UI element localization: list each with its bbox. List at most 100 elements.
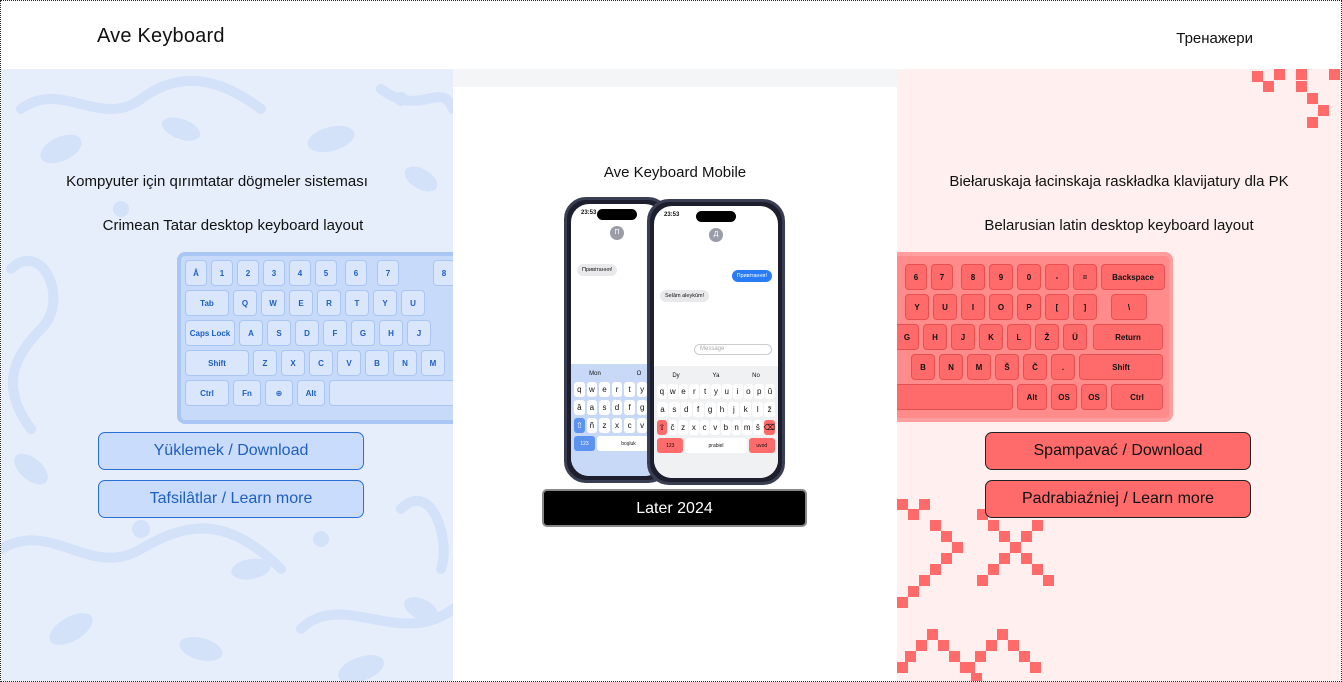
phone-key: a (657, 402, 668, 417)
keyboard-key-ctrl: Ctrl (1111, 384, 1163, 410)
phone-key: r (689, 384, 700, 399)
keyboard-key: F (323, 320, 347, 346)
keyboard-key: B (911, 354, 935, 380)
mobile-section: Ave Keyboard Mobile 23:53 П Привітання! … (453, 87, 897, 681)
phone-notch (597, 209, 637, 220)
keyboard-key: V (337, 350, 361, 376)
phone-key: ž (764, 402, 776, 417)
keyboard-key: P (1017, 294, 1041, 320)
phone-keyboard: Dy Ya No q w e r t y u i o p ŭ a s d f g… (654, 366, 778, 478)
phone-notch (696, 211, 736, 222)
keyboard-key-tab: Tab (185, 290, 229, 316)
space-key: prabiel (685, 438, 747, 453)
phone-time: 23:53 (581, 210, 597, 216)
keyboard-key: N (939, 354, 963, 380)
contact-avatar: П (610, 226, 624, 240)
phone-key: y (711, 384, 721, 399)
keyboard-key: J (951, 324, 975, 350)
message-input[interactable]: Message (694, 344, 772, 355)
keyboard-key-return: Return (1093, 324, 1163, 350)
keyboard-key: I (961, 294, 985, 320)
site-logo[interactable]: Ave Keyboard (97, 25, 225, 48)
keyboard-key: X (281, 350, 305, 376)
phone-key: â (574, 400, 585, 415)
crimean-tatar-section: Kompyuter için qırımtatar dögmeler siste… (1, 69, 453, 681)
keyboard-key: 8 (433, 260, 453, 286)
keyboard-key: 9 (989, 264, 1013, 290)
phone-key: z (678, 420, 689, 435)
phone-key: g (704, 402, 716, 417)
phone-key: u (721, 384, 732, 399)
numbers-key: 123 (574, 436, 595, 451)
keyboard-key-alt: Alt (297, 380, 325, 406)
keyboard-key: R (317, 290, 341, 316)
numbers-key: 123 (657, 438, 684, 453)
keyboard-key: A (239, 320, 263, 346)
keyboard-key-caps-lock: Caps Lock (185, 320, 235, 346)
keyboard-key-ctrl: Ctrl (185, 380, 229, 406)
crimean-tatar-download-button[interactable]: Yüklemek / Download (98, 432, 364, 470)
keyboard-key-space (329, 380, 453, 406)
later-2024-button[interactable]: Later 2024 (542, 489, 807, 527)
suggestion: Mon (589, 370, 601, 377)
keyboard-key-shift: Shift (185, 350, 249, 376)
phone-key: j (728, 402, 740, 417)
page-frame: Ave Keyboard Тренажери Kompyuter için qı… (0, 0, 1342, 682)
phone-key: a (586, 400, 598, 415)
phone-key: c (624, 418, 635, 433)
message-bubble-outgoing: Привітання! (731, 270, 772, 282)
keyboard-key: 1 (211, 260, 233, 286)
keyboard-key-os: OS (1051, 384, 1077, 410)
keyboard-key: Y (373, 290, 397, 316)
keyboard-key: Ž (1035, 324, 1059, 350)
top-navigation-bar: Ave Keyboard Тренажери (1, 1, 1341, 69)
phone-key: s (668, 402, 680, 417)
phone-key: e (678, 384, 689, 399)
keyboard-key: 5 (315, 260, 337, 286)
phone-key: z (599, 418, 610, 433)
phone-key: p (754, 384, 765, 399)
belarusian-section: Biełaruskaja łacinskaja raskładka klavij… (897, 69, 1341, 681)
keyboard-key: ] (1073, 294, 1097, 320)
phone-key: o (743, 384, 754, 399)
nav-link-trainers[interactable]: Тренажери (1176, 30, 1253, 47)
keyboard-row: a s d f g h j k l ž (657, 402, 776, 417)
keyboard-key: 7 (931, 264, 953, 290)
belarusian-learn-more-button[interactable]: Padrabiaźniej / Learn more (985, 480, 1251, 518)
shift-key: ⇧ (657, 420, 667, 435)
phone-key: f (692, 402, 704, 417)
keyboard-key-globe: ⊕ (265, 380, 293, 406)
phone-mockup-belarusian: 23:53 Д Привітання! Selâm aleykûm! Messa… (647, 199, 785, 485)
keyboard-key: U (933, 294, 957, 320)
message-bubble-incoming: Привітання! (577, 264, 618, 276)
phone-key: w (586, 382, 598, 397)
phone-key: č (667, 420, 678, 435)
belarusian-title: Biełaruskaja łacinskaja raskładka klavij… (949, 173, 1289, 190)
keyboard-key: Q (233, 290, 257, 316)
phone-key: e (599, 382, 610, 397)
phone-key: š (753, 420, 763, 435)
keyboard-key: M (967, 354, 991, 380)
keyboard-row: q w e r t y u i o p ŭ (657, 384, 775, 399)
backspace-key: ⌫ (763, 420, 776, 435)
keyboard-key: S (267, 320, 291, 346)
phone-key: x (611, 418, 623, 433)
phone-key: v (636, 418, 648, 433)
keyboard-key: 6 (905, 264, 927, 290)
keyboard-key: 8 (961, 264, 985, 290)
phone-key: r (611, 382, 623, 397)
keyboard-key: 3 (263, 260, 285, 286)
keyboard-key: 2 (237, 260, 259, 286)
keyboard-key: B (365, 350, 389, 376)
keyboard-key: = (1073, 264, 1097, 290)
phone-screen: 23:53 Д Привітання! Selâm aleykûm! Messa… (654, 206, 778, 478)
phone-key: s (599, 400, 610, 415)
crimean-tatar-learn-more-button[interactable]: Tafsilâtlar / Learn more (98, 480, 364, 518)
phone-key: k (740, 402, 752, 417)
belarusian-download-button[interactable]: Spampavać / Download (985, 432, 1251, 470)
keyboard-key: - (1045, 264, 1069, 290)
keyboard-key: Y (905, 294, 929, 320)
keyboard-key: H (923, 324, 947, 350)
shift-key: ⇧ (574, 418, 585, 433)
phone-key: w (667, 384, 678, 399)
